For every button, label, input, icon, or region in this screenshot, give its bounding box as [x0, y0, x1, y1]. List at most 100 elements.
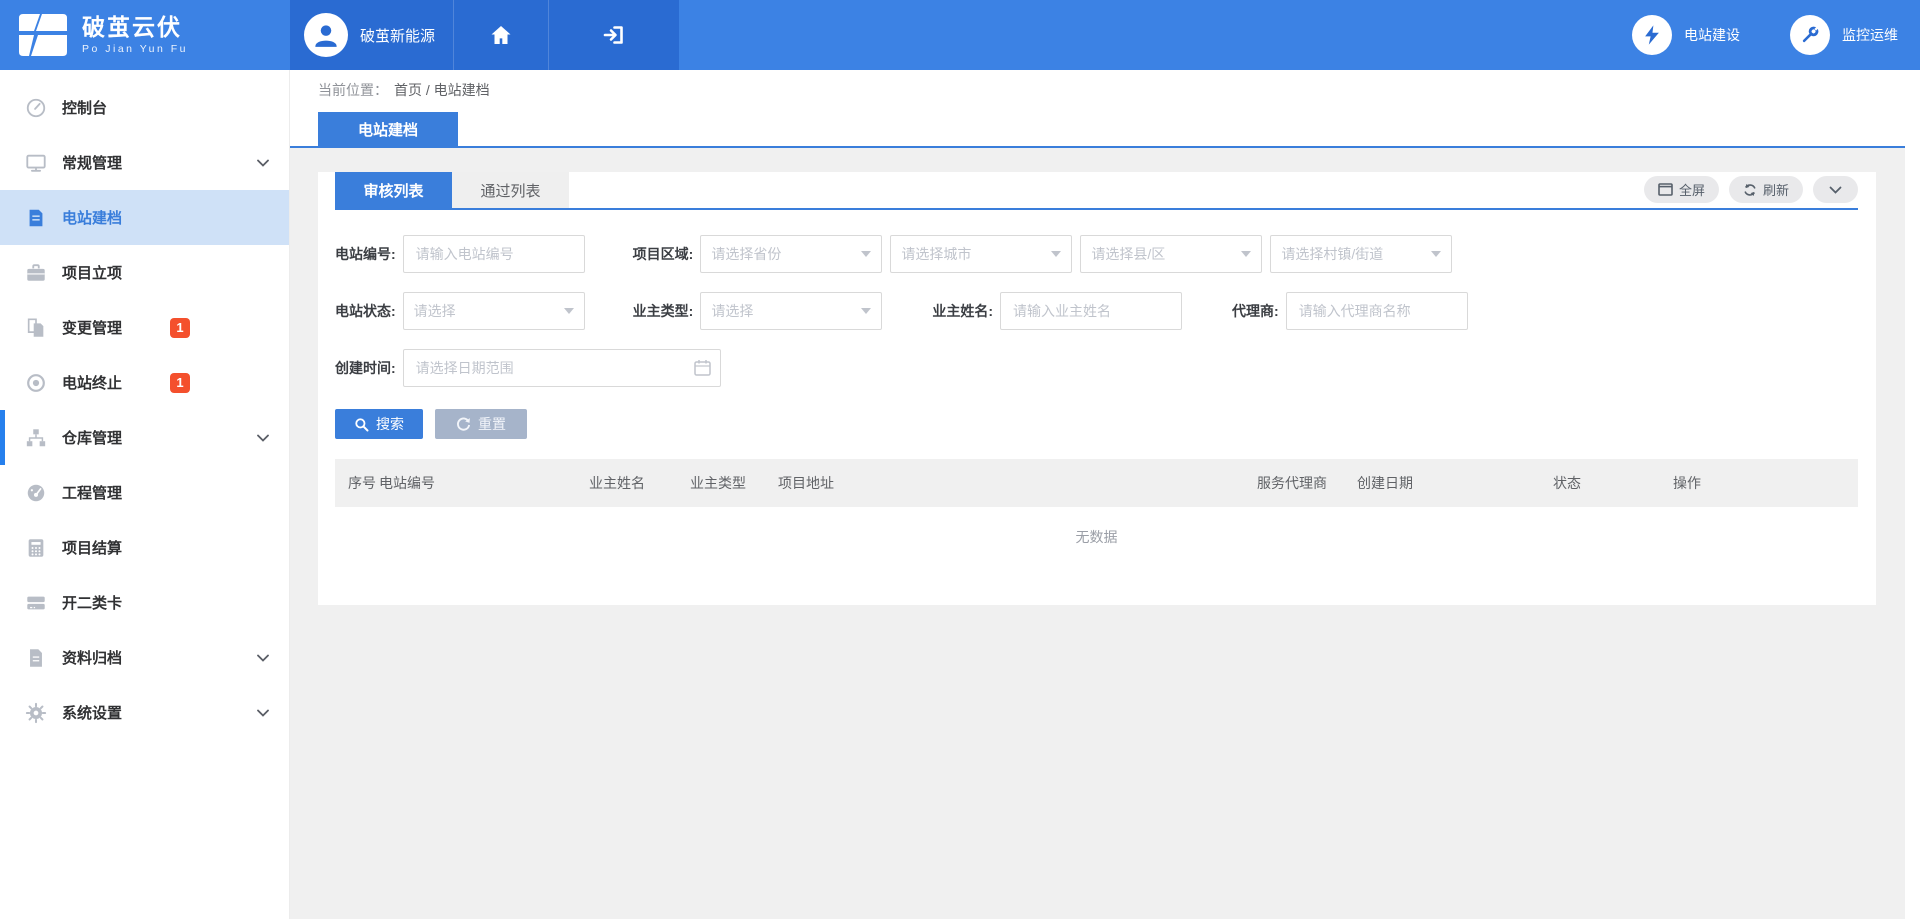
sidebar-item-label: 项目结算: [62, 537, 122, 558]
sidebar-item-data-archive[interactable]: 资料归档: [0, 630, 289, 685]
refresh-label: 刷新: [1763, 180, 1789, 199]
tab-passed-list[interactable]: 通过列表: [452, 172, 569, 208]
tab-review-list[interactable]: 审核列表: [335, 172, 452, 208]
station-status-label: 电站状态:: [335, 301, 396, 321]
sidebar-item-change-mgmt[interactable]: 变更管理 1: [0, 300, 289, 355]
region-label: 项目区域:: [633, 244, 694, 264]
results-table: 序号 电站编号 业主姓名 业主类型 项目地址 服务代理商 创建日期 状态 操作 …: [335, 459, 1858, 567]
home-icon: [489, 23, 513, 47]
collapse-button[interactable]: [1813, 176, 1858, 203]
caret-down-icon: [1431, 251, 1441, 257]
search-button[interactable]: 搜索: [335, 409, 423, 439]
card-icon: [25, 592, 47, 614]
district-placeholder: 请选择县/区: [1091, 244, 1241, 264]
sidebar-item-label: 控制台: [62, 97, 107, 118]
district-select[interactable]: 请选择县/区: [1080, 235, 1262, 273]
filter-row-1: 电站编号: 项目区域: 请选择省份 请选择城市 请选择县/: [335, 235, 1858, 273]
logo-icon: [17, 12, 69, 58]
fullscreen-icon: [1658, 183, 1673, 196]
sitemap-icon: [25, 427, 47, 449]
change-mgmt-badge: 1: [170, 318, 190, 338]
filter-row-2: 电站状态: 请选择 业主类型: 请选择 业主姓名: 代理商:: [335, 292, 1858, 330]
refresh-button[interactable]: 刷新: [1729, 176, 1803, 203]
calendar-icon: [694, 359, 711, 376]
copy-icon: [25, 317, 47, 339]
sidebar-item-label: 资料归档: [62, 647, 122, 668]
breadcrumb-prefix: 当前位置：: [318, 80, 388, 100]
sidebar-item-system-settings[interactable]: 系统设置: [0, 685, 289, 740]
town-placeholder: 请选择村镇/街道: [1281, 244, 1431, 264]
breadcrumb-path[interactable]: 首页 / 电站建档: [394, 80, 490, 100]
sidebar-item-label: 电站终止: [62, 372, 122, 393]
caret-down-icon: [1241, 251, 1251, 257]
col-created-date: 创建日期: [1357, 473, 1553, 493]
lightning-icon: [1632, 15, 1672, 55]
city-select[interactable]: 请选择城市: [890, 235, 1072, 273]
document-icon: [25, 207, 47, 229]
sidebar-item-project-initiation[interactable]: 项目立项: [0, 245, 289, 300]
fullscreen-button[interactable]: 全屏: [1644, 176, 1719, 203]
header-spacer: [679, 0, 1632, 70]
station-status-select[interactable]: 请选择: [403, 292, 585, 330]
owner-name-input[interactable]: [1000, 292, 1182, 330]
header-user-section: 破茧新能源: [290, 0, 679, 70]
sidebar-item-warehouse-mgmt[interactable]: 仓库管理: [0, 410, 289, 465]
nav-station-build[interactable]: 电站建设: [1632, 0, 1740, 70]
logo-title: 破茧云伏: [82, 15, 188, 40]
stop-circle-icon: [25, 372, 47, 394]
owner-type-label: 业主类型:: [633, 301, 694, 321]
filter-actions: 搜索 重置: [335, 409, 1858, 439]
col-service-agent: 服务代理商: [1257, 473, 1357, 493]
filter-row-3: 创建时间:: [335, 349, 1858, 387]
col-owner-name: 业主姓名: [589, 473, 690, 493]
sidebar-item-label: 工程管理: [62, 482, 122, 503]
sidebar-item-console[interactable]: 控制台: [0, 80, 289, 135]
refresh-icon: [1743, 183, 1757, 197]
col-actions: 操作: [1673, 473, 1858, 493]
main-content: 当前位置： 首页 / 电站建档 电站建档 审核列表 通过列表 全屏: [290, 70, 1920, 919]
station-no-input[interactable]: [403, 235, 585, 273]
date-range-input[interactable]: [403, 349, 721, 387]
caret-down-icon: [564, 308, 574, 314]
calculator-icon: [25, 537, 47, 559]
sidebar-item-general-mgmt[interactable]: 常规管理: [0, 135, 289, 190]
station-terminate-badge: 1: [170, 373, 190, 393]
user-account[interactable]: 破茧新能源: [290, 0, 453, 70]
gear-icon: [25, 702, 47, 724]
sidebar-item-station-terminate[interactable]: 电站终止 1: [0, 355, 289, 410]
logout-button[interactable]: [549, 0, 679, 70]
caret-down-icon: [1051, 251, 1061, 257]
gauge-icon: [25, 482, 47, 504]
col-owner-type: 业主类型: [690, 473, 778, 493]
owner-type-placeholder: 请选择: [711, 301, 861, 321]
user-avatar-icon: [304, 13, 348, 57]
scrollbar-track[interactable]: [1905, 70, 1920, 919]
sidebar-item-label: 仓库管理: [62, 427, 122, 448]
station-status-placeholder: 请选择: [414, 301, 564, 321]
app-header: 破茧云伏 Po Jian Yun Fu 破茧新能源: [0, 0, 1920, 70]
province-select[interactable]: 请选择省份: [700, 235, 882, 273]
file-icon: [25, 647, 47, 669]
created-time-label: 创建时间:: [335, 358, 396, 378]
nav-monitor-ops[interactable]: 监控运维: [1790, 0, 1898, 70]
agent-input[interactable]: [1286, 292, 1468, 330]
col-index: 序号: [348, 473, 379, 493]
empty-state-text: 无数据: [335, 507, 1858, 567]
home-button[interactable]: [454, 0, 548, 70]
sidebar-item-project-settlement[interactable]: 项目结算: [0, 520, 289, 575]
date-range-picker[interactable]: [403, 349, 721, 387]
town-select[interactable]: 请选择村镇/街道: [1270, 235, 1452, 273]
sidebar-item-type2-card[interactable]: 开二类卡: [0, 575, 289, 630]
sidebar-item-label: 项目立项: [62, 262, 122, 283]
search-icon: [354, 417, 369, 432]
dashboard-icon: [25, 97, 47, 119]
chevron-down-icon: [257, 654, 269, 662]
nav-monitor-ops-label: 监控运维: [1842, 25, 1898, 45]
sidebar-item-engineering-mgmt[interactable]: 工程管理: [0, 465, 289, 520]
owner-type-select[interactable]: 请选择: [700, 292, 882, 330]
reset-button[interactable]: 重置: [435, 409, 527, 439]
agent-label: 代理商:: [1232, 301, 1279, 321]
sidebar-item-station-archive[interactable]: 电站建档: [0, 190, 289, 245]
page-tab-station-archive[interactable]: 电站建档: [318, 112, 458, 146]
sidebar-item-label: 电站建档: [62, 207, 122, 228]
